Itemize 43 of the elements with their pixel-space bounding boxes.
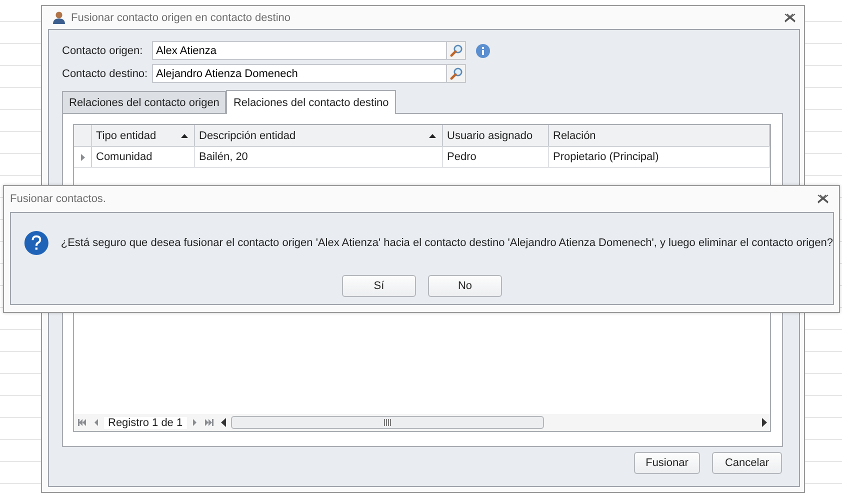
info-icon[interactable] bbox=[476, 44, 490, 58]
column-title: Relación bbox=[553, 130, 597, 142]
column-header[interactable]: Tipo entidad bbox=[92, 125, 195, 146]
dialog-title: Fusionar contactos. bbox=[10, 193, 107, 205]
contact-field[interactable]: Alex Atienza bbox=[152, 41, 466, 60]
search-icon bbox=[450, 44, 462, 57]
user-icon bbox=[52, 11, 66, 24]
field-label: Contacto destino: bbox=[62, 68, 149, 80]
grid-row[interactable]: Comunidad Bailén, 20 Pedro Propietario (Principal) bbox=[74, 147, 770, 168]
table-cell: Pedro bbox=[443, 147, 549, 167]
scroll-right-icon[interactable] bbox=[762, 418, 767, 427]
grip-icon bbox=[384, 419, 391, 426]
close-icon[interactable] bbox=[817, 194, 829, 204]
close-icon[interactable] bbox=[784, 12, 796, 22]
field-label: Contacto origen: bbox=[62, 44, 144, 56]
first-record-icon[interactable] bbox=[77, 418, 86, 427]
table-cell: Comunidad bbox=[92, 147, 195, 167]
search-button[interactable] bbox=[446, 65, 465, 82]
confirm-message: ¿Está seguro que desea fusionar el contacto origen 'Alex Atienza' hacia el contacto destino 'Alejandro Atienza Domenech', y luego eliminar el contacto origen? bbox=[60, 237, 833, 249]
column-title: Tipo entidad bbox=[96, 130, 158, 142]
dialog-button[interactable]: Cancelar bbox=[712, 452, 782, 474]
column-header[interactable]: Descripción entidad bbox=[195, 125, 443, 146]
tab[interactable]: Relaciones del contacto destino bbox=[226, 90, 396, 114]
column-title: Descripción entidad bbox=[199, 130, 297, 142]
tab[interactable]: Relaciones del contacto origen bbox=[62, 91, 226, 113]
scroll-thumb[interactable] bbox=[230, 416, 544, 429]
window-title: Fusionar contacto origen en contacto destino bbox=[71, 12, 292, 24]
contact-field[interactable]: Alejandro Atienza Domenech bbox=[152, 64, 466, 83]
search-icon bbox=[450, 67, 462, 80]
record-counter: Registro 1 de 1 bbox=[104, 416, 187, 428]
dialog-button[interactable]: No bbox=[428, 275, 502, 297]
dialog-button[interactable]: Fusionar bbox=[634, 452, 700, 474]
table-cell: Propietario (Principal) bbox=[549, 147, 770, 167]
dialog-button[interactable]: Sí bbox=[342, 275, 416, 297]
question-icon bbox=[24, 228, 49, 258]
previous-record-icon[interactable] bbox=[92, 418, 101, 427]
last-record-icon[interactable] bbox=[204, 418, 214, 427]
column-header[interactable]: Usuario asignado bbox=[443, 125, 549, 146]
column-title: Usuario asignado bbox=[447, 130, 534, 142]
search-button[interactable] bbox=[446, 42, 465, 59]
scroll-left-icon[interactable] bbox=[220, 418, 226, 427]
table-cell: Bailén, 20 bbox=[195, 147, 443, 167]
column-header[interactable]: Relación bbox=[549, 125, 770, 146]
